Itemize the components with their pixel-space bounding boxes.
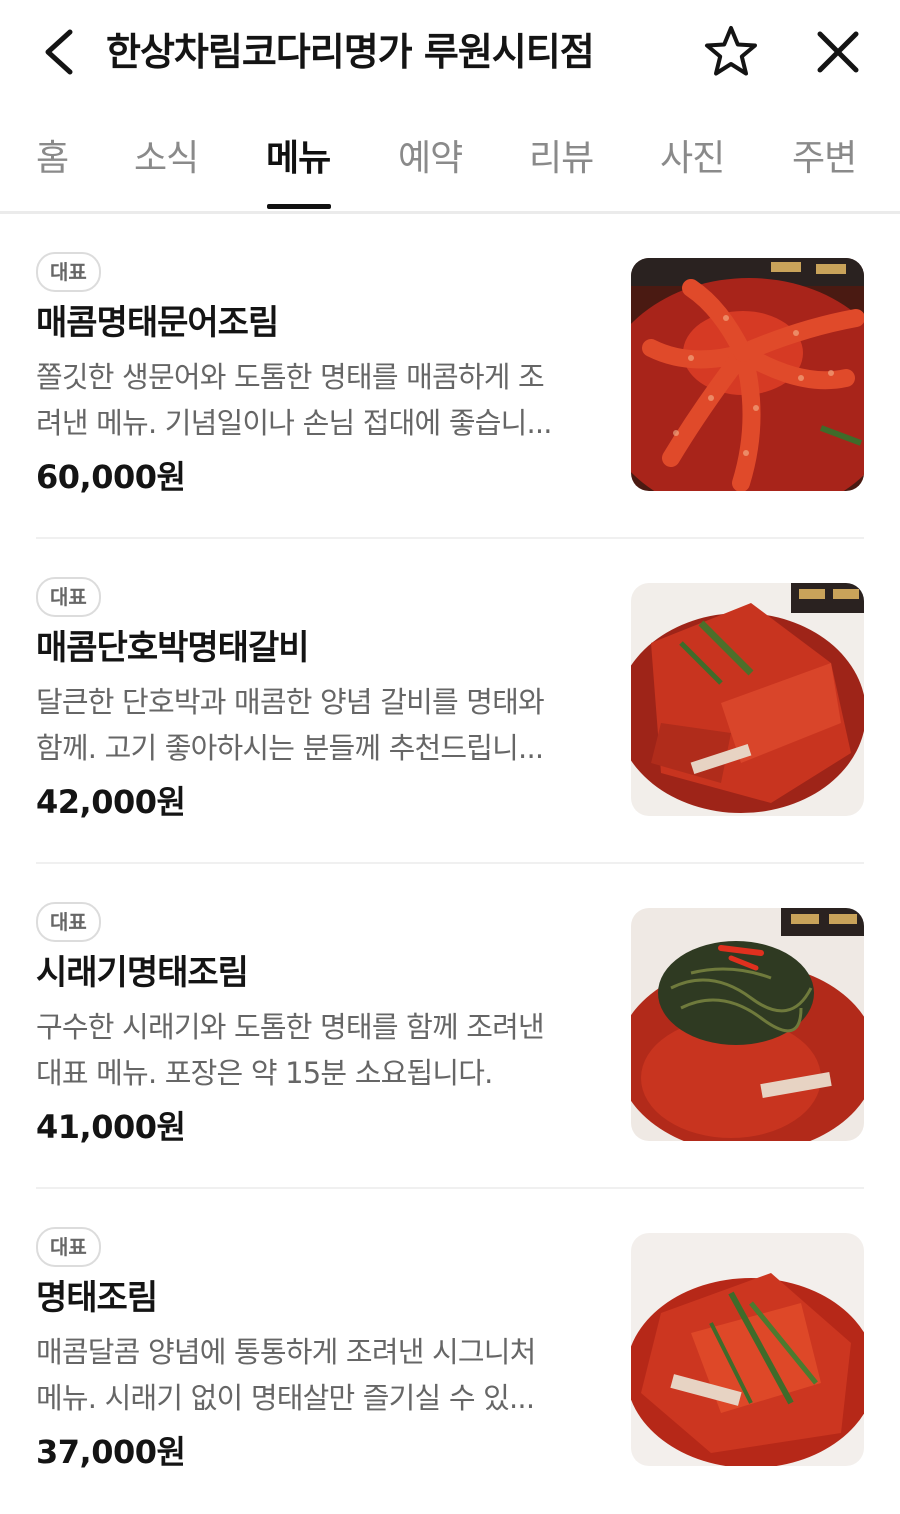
menu-item-description: 쫄깃한 생문어와 도톰한 명태를 매콤하게 조 려낸 메뉴. 기념일이나 손님 … bbox=[36, 354, 596, 446]
menu-item[interactable]: 대표 매콤단호박명태갈비 달큰한 단호박과 매콤한 양념 갈비를 명태와 함께.… bbox=[36, 539, 864, 864]
pumpkin-pollock-ribs-photo bbox=[631, 583, 864, 816]
back-button[interactable] bbox=[30, 20, 90, 84]
signature-badge: 대표 bbox=[36, 577, 101, 617]
menu-item-description: 달큰한 단호박과 매콤한 양념 갈비를 명태와 함께. 고기 좋아하시는 분들께… bbox=[36, 679, 596, 771]
tab-bar: 홈 소식 메뉴 예약 리뷰 사진 주변 bbox=[0, 110, 900, 214]
menu-item-name: 시래기명태조림 bbox=[36, 953, 249, 993]
description-line: 쫄깃한 생문어와 도톰한 명태를 매콤하게 조 bbox=[36, 360, 545, 394]
signature-badge: 대표 bbox=[36, 1227, 101, 1267]
tab-home[interactable]: 홈 bbox=[36, 134, 69, 184]
menu-item-name: 명태조림 bbox=[36, 1278, 158, 1318]
favorite-button[interactable] bbox=[698, 20, 764, 84]
braised-octopus-photo bbox=[631, 258, 864, 491]
tab-news[interactable]: 소식 bbox=[134, 134, 199, 184]
menu-item-photo[interactable] bbox=[631, 258, 864, 491]
tab-reservation[interactable]: 예약 bbox=[398, 134, 463, 184]
tab-photos[interactable]: 사진 bbox=[660, 134, 725, 184]
star-outline-icon bbox=[705, 26, 757, 76]
top-bar: 한상차림코다리명가 루원시티점 bbox=[0, 0, 900, 104]
menu-item-description: 구수한 시래기와 도톰한 명태를 함께 조려낸 대표 메뉴. 포장은 약 15분… bbox=[36, 1004, 596, 1096]
close-icon bbox=[817, 31, 859, 73]
menu-item-name: 매콤단호박명태갈비 bbox=[36, 628, 310, 668]
menu-item[interactable]: 대표 매콤명태문어조림 쫄깃한 생문어와 도톰한 명태를 매콤하게 조 려낸 메… bbox=[36, 214, 864, 539]
menu-item-price: 42,000원 bbox=[36, 783, 186, 821]
close-button[interactable] bbox=[806, 20, 870, 84]
signature-badge: 대표 bbox=[36, 252, 101, 292]
tab-menu[interactable]: 메뉴 bbox=[266, 134, 331, 184]
menu-item[interactable]: 대표 시래기명태조림 구수한 시래기와 도톰한 명태를 함께 조려낸 대표 메뉴… bbox=[36, 864, 864, 1189]
description-line: 메뉴. 시래기 없이 명태살만 즐기실 수 있... bbox=[36, 1381, 535, 1415]
menu-item-photo[interactable] bbox=[631, 908, 864, 1141]
tab-reviews[interactable]: 리뷰 bbox=[529, 134, 594, 184]
description-line: 려낸 메뉴. 기념일이나 손님 접대에 좋습니... bbox=[36, 406, 553, 440]
menu-item-price: 60,000원 bbox=[36, 458, 186, 496]
page-title: 한상차림코다리명가 루원시티점 bbox=[106, 30, 595, 74]
menu-item-name: 매콤명태문어조림 bbox=[36, 303, 279, 343]
tab-nearby[interactable]: 주변 bbox=[792, 134, 857, 184]
chevron-left-icon bbox=[45, 29, 73, 75]
menu-item-photo[interactable] bbox=[631, 1233, 864, 1466]
active-tab-indicator bbox=[267, 204, 331, 209]
description-line: 매콤달콤 양념에 통통하게 조려낸 시그니처 bbox=[36, 1335, 536, 1369]
menu-item-price: 37,000원 bbox=[36, 1433, 186, 1471]
braised-pollock-photo bbox=[631, 1233, 864, 1466]
description-line: 함께. 고기 좋아하시는 분들께 추천드립니... bbox=[36, 731, 544, 765]
signature-badge: 대표 bbox=[36, 902, 101, 942]
description-line: 대표 메뉴. 포장은 약 15분 소요됩니다. bbox=[36, 1056, 493, 1090]
menu-item-photo[interactable] bbox=[631, 583, 864, 816]
menu-item-price: 41,000원 bbox=[36, 1108, 186, 1146]
radish-greens-pollock-photo bbox=[631, 908, 864, 1141]
description-line: 달큰한 단호박과 매콤한 양념 갈비를 명태와 bbox=[36, 685, 545, 719]
description-line: 구수한 시래기와 도톰한 명태를 함께 조려낸 bbox=[36, 1010, 545, 1044]
menu-item-description: 매콤달콤 양념에 통통하게 조려낸 시그니처 메뉴. 시래기 없이 명태살만 즐… bbox=[36, 1329, 596, 1421]
menu-item[interactable]: 대표 명태조림 매콤달콤 양념에 통통하게 조려낸 시그니처 메뉴. 시래기 없… bbox=[36, 1189, 864, 1514]
